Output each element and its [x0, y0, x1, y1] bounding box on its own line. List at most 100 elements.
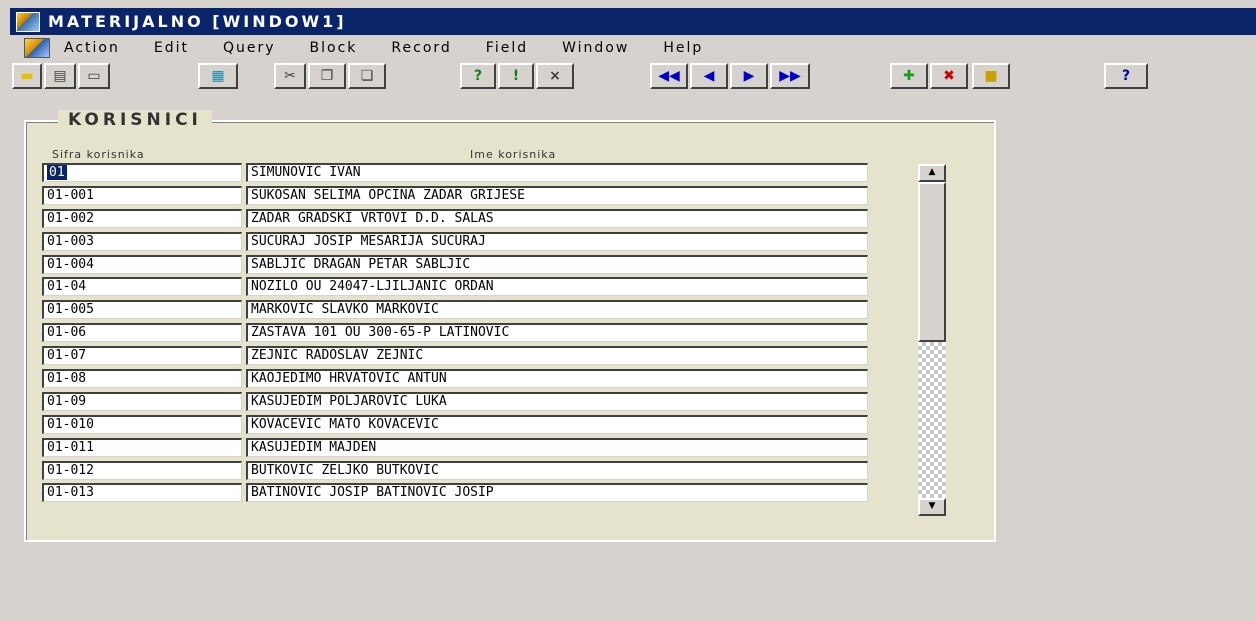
first-record-icon: ◀◀: [658, 68, 680, 84]
next-record-button[interactable]: ▶: [730, 63, 768, 89]
name-field[interactable]: MARKOVIC SLAVKO MARKOVIC: [246, 300, 868, 320]
toolbar: ▬ ▤ ▭ ▦ ✂ ❐ ❏?! × ◀◀ ◀ ▶ ▶▶ ✚ ✖ ■?: [10, 63, 1256, 93]
frame-title: KORISNICI: [58, 110, 212, 130]
window-title: MATERIJALNO [WINDOW1]: [48, 12, 347, 31]
cancel-query-button[interactable]: ×: [536, 63, 574, 89]
name-field[interactable]: SABLJIC DRAGAN PETAR SABLJIC: [246, 254, 868, 274]
name-field[interactable]: ZEJNIC RADOSLAV ZEJNIC: [246, 346, 868, 366]
code-field[interactable]: 01-09: [42, 391, 242, 411]
paste-icon: ❏: [360, 68, 374, 84]
code-field[interactable]: 01-06: [42, 323, 242, 343]
list-of-values-icon: ▦: [211, 68, 225, 84]
window-menu-icon[interactable]: [24, 38, 50, 58]
menu-bar: Action Edit Query Block Record Field Win…: [10, 36, 1256, 60]
exit-button[interactable]: ▭: [78, 63, 110, 89]
insert-record-icon: ✚: [903, 68, 915, 84]
name-field[interactable]: NOZILO OU 24047-LJILJANIĆ ORDAN: [246, 277, 868, 297]
execute-query-icon: !: [512, 68, 520, 84]
paste-button[interactable]: ❏: [348, 63, 386, 89]
exit-icon: ▭: [87, 68, 101, 84]
enter-query-icon: ?: [473, 68, 483, 84]
copy-icon: ❐: [320, 68, 334, 84]
name-field[interactable]: ZADAR GRADSKI VRTOVI D.D. SALAS: [246, 208, 868, 228]
name-field[interactable]: SIMUNOVIC IVAN: [246, 163, 868, 182]
name-field[interactable]: KASUJEDIM POLJAROVIĆ LUKA: [246, 391, 868, 411]
previous-record-icon: ◀: [703, 68, 715, 84]
previous-record-button[interactable]: ◀: [690, 63, 728, 89]
name-field[interactable]: KAOJEDIMO HRVATOVIĆ ANTUN: [246, 369, 868, 389]
code-field[interactable]: 01-003: [42, 231, 242, 251]
name-field[interactable]: ZASTAVA 101 OU 300-65-P LATINOVIĆ: [246, 323, 868, 343]
code-field[interactable]: 01-08: [42, 369, 242, 389]
menu-window[interactable]: Window: [562, 40, 629, 56]
delete-record-button[interactable]: ✖: [930, 63, 968, 89]
save-icon: ▬: [20, 68, 34, 84]
name-field[interactable]: BATINOVIC JOSIP BATINOVIC JOSIP: [246, 483, 868, 503]
menu-action[interactable]: Action: [64, 40, 120, 56]
table-row: 01-013 BATINOVIC JOSIP BATINOVIC JOSIP: [42, 482, 868, 505]
code-field[interactable]: 01-013: [42, 483, 242, 503]
code-field[interactable]: 01: [42, 163, 242, 182]
table-row: 01-005 MARKOVIC SLAVKO MARKOVIC: [42, 299, 868, 322]
table-row: 01-002 ZADAR GRADSKI VRTOVI D.D. SALAS: [42, 208, 868, 231]
list-of-values-button[interactable]: ▦: [198, 63, 238, 89]
delete-record-icon: ✖: [943, 68, 955, 84]
cut-button[interactable]: ✂: [274, 63, 306, 89]
print-icon: ▤: [53, 68, 67, 84]
name-field[interactable]: KASUJEDIM MAJDEN: [246, 437, 868, 457]
table-row: 01-07 ZEJNIC RADOSLAV ZEJNIC: [42, 345, 868, 368]
scroll-up-button[interactable]: ▲: [918, 164, 946, 182]
name-field[interactable]: KOVACEVIC MATO KOVACEVIC: [246, 414, 868, 434]
table-row: 01-09 KASUJEDIM POLJAROVIĆ LUKA: [42, 391, 868, 414]
table-row: 01-003 SUCURAJ JOSIP MESARIJA SUCURAJ: [42, 231, 868, 254]
lock-record-icon: ■: [984, 68, 998, 84]
code-field[interactable]: 01-001: [42, 185, 242, 205]
scroll-down-button[interactable]: ▼: [918, 498, 946, 516]
next-record-icon: ▶: [743, 68, 755, 84]
code-field[interactable]: 01-002: [42, 208, 242, 228]
code-field[interactable]: 01-04: [42, 277, 242, 297]
save-button[interactable]: ▬: [12, 63, 42, 89]
code-field[interactable]: 01-012: [42, 460, 242, 480]
scroll-thumb[interactable]: [918, 182, 946, 342]
lock-record-button[interactable]: ■: [972, 63, 1010, 89]
help-button[interactable]: ?: [1104, 63, 1148, 89]
menu-record[interactable]: Record: [391, 40, 451, 56]
table-row: 01-004 SABLJIC DRAGAN PETAR SABLJIC: [42, 254, 868, 277]
cancel-query-icon: ×: [549, 68, 561, 84]
menu-query[interactable]: Query: [223, 40, 276, 56]
execute-query-button[interactable]: !: [498, 63, 534, 89]
cut-icon: ✂: [284, 68, 296, 84]
column-header-name: Ime korisnika: [470, 148, 557, 161]
app-icon[interactable]: [16, 11, 40, 32]
code-field[interactable]: 01-005: [42, 300, 242, 320]
insert-record-button[interactable]: ✚: [890, 63, 928, 89]
last-record-icon: ▶▶: [779, 68, 801, 84]
vertical-scrollbar[interactable]: ▲ ▼: [918, 164, 946, 516]
menu-block[interactable]: Block: [310, 40, 358, 56]
copy-button[interactable]: ❐: [308, 63, 346, 89]
code-field[interactable]: 01-010: [42, 414, 242, 434]
print-button[interactable]: ▤: [44, 63, 76, 89]
name-field[interactable]: SUKOSAN SELIMA OPCINA ZADAR GRIJESE: [246, 185, 868, 205]
code-field[interactable]: 01-07: [42, 346, 242, 366]
column-header-code: Sifra korisnika: [52, 148, 145, 161]
table-row: 01-011 KASUJEDIM MAJDEN: [42, 437, 868, 460]
table-row: 01-012 BUTKOVIC ZELJKO BUTKOVIC: [42, 460, 868, 483]
selected-text: 01: [47, 165, 67, 180]
table-row: 01-001 SUKOSAN SELIMA OPCINA ZADAR GRIJES…: [42, 185, 868, 208]
menu-help[interactable]: Help: [663, 40, 703, 56]
name-field[interactable]: SUCURAJ JOSIP MESARIJA SUCURAJ: [246, 231, 868, 251]
first-record-button[interactable]: ◀◀: [650, 63, 688, 89]
records-block: 01 SIMUNOVIC IVAN 01-001 SUKOSAN SELIMA OPC…: [42, 162, 868, 505]
code-field[interactable]: 01-011: [42, 437, 242, 457]
code-field[interactable]: 01-004: [42, 254, 242, 274]
help-icon: ?: [1121, 68, 1131, 84]
name-field[interactable]: BUTKOVIC ZELJKO BUTKOVIC: [246, 460, 868, 480]
menu-field[interactable]: Field: [486, 40, 528, 56]
enter-query-button[interactable]: ?: [460, 63, 496, 89]
title-bar[interactable]: MATERIJALNO [WINDOW1]: [10, 8, 1256, 35]
table-row: 01 SIMUNOVIC IVAN: [42, 162, 868, 185]
last-record-button[interactable]: ▶▶: [770, 63, 810, 89]
menu-edit[interactable]: Edit: [154, 40, 189, 56]
